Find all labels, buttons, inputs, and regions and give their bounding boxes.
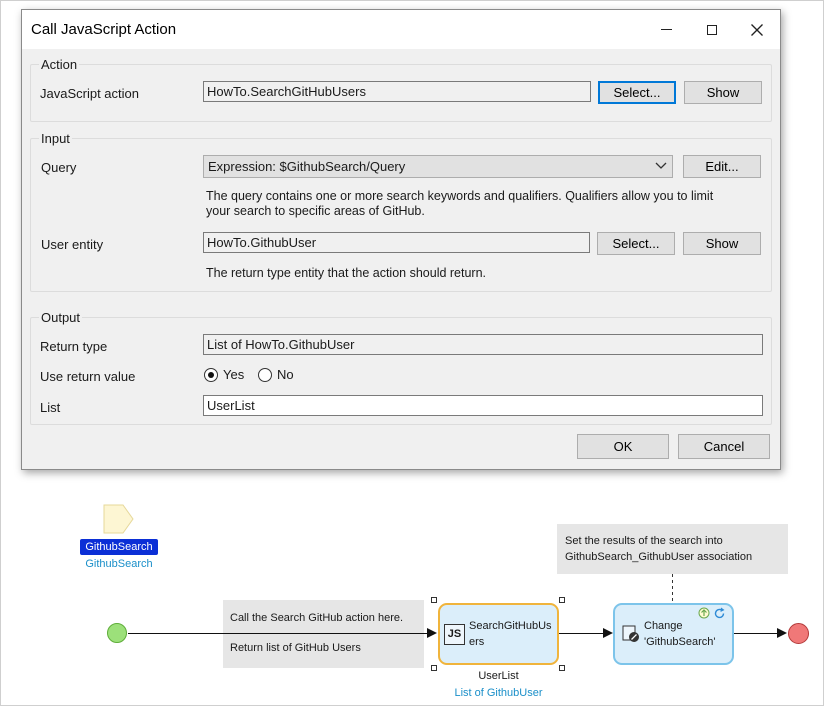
query-edit-button[interactable]: Edit...: [683, 155, 761, 178]
list-label: List: [40, 400, 61, 415]
javascript-icon: JS: [444, 624, 465, 645]
selection-handle[interactable]: [559, 597, 565, 603]
list-variable-field[interactable]: UserList: [203, 395, 763, 416]
title-bar: Call JavaScript Action: [22, 10, 780, 49]
yes-radio[interactable]: [204, 368, 218, 382]
selection-handle[interactable]: [431, 597, 437, 603]
arrow-head-icon: [603, 628, 613, 638]
minimize-button[interactable]: [643, 10, 689, 49]
annotation-call-search-line1: Call the Search GitHub action here.: [230, 612, 404, 624]
javascript-action-field[interactable]: HowTo.SearchGitHubUsers: [203, 81, 591, 102]
refresh-icon: [714, 607, 725, 619]
sequence-flow-2[interactable]: [559, 633, 603, 634]
javascript-action-label: JavaScript action: [40, 86, 139, 101]
no-radio[interactable]: [258, 368, 272, 382]
change-activity-line1: Change: [644, 620, 683, 632]
user-entity-show-button[interactable]: Show: [683, 232, 761, 255]
end-event[interactable]: [788, 623, 809, 644]
chevron-down-icon: [655, 162, 667, 169]
query-dropdown[interactable]: Expression: $GithubSearch/Query: [203, 155, 673, 178]
no-radio-label[interactable]: No: [277, 367, 294, 382]
sequence-flow-3[interactable]: [734, 633, 778, 634]
parameter-badge-text: GithubSearch: [85, 541, 153, 553]
js-activity-line2: ers: [469, 636, 485, 648]
maximize-button[interactable]: [689, 10, 735, 49]
change-object-activity[interactable]: Change 'GithubSearch': [613, 603, 734, 665]
parameter-type: GithubSearch: [85, 558, 153, 570]
minimize-icon: [660, 29, 672, 30]
action-select-button[interactable]: Select...: [598, 81, 676, 104]
query-help-line2: your search to specific areas of GitHub.: [206, 204, 425, 218]
sequence-flow-1[interactable]: [128, 633, 428, 634]
call-javascript-action-dialog: Call JavaScript Action Action JavaScript…: [21, 9, 781, 470]
action-show-button[interactable]: Show: [684, 81, 762, 104]
commit-icon: [698, 607, 710, 619]
js-activity-line1: SearchGitHubUs: [469, 620, 552, 632]
return-type-label: Return type: [40, 339, 108, 354]
user-entity-label: User entity: [41, 237, 104, 252]
radio-selected-dot: [208, 372, 214, 378]
close-button[interactable]: [734, 10, 780, 49]
use-return-value-label: Use return value: [40, 369, 136, 384]
user-entity-help: The return type entity that the action s…: [206, 266, 487, 280]
user-entity-field[interactable]: HowTo.GithubUser: [203, 232, 590, 253]
js-output-type: List of GithubUser: [454, 687, 543, 699]
cancel-button[interactable]: Cancel: [678, 434, 770, 459]
yes-radio-label[interactable]: Yes: [223, 367, 244, 382]
parameter-badge[interactable]: GithubSearch: [80, 539, 158, 555]
selection-handle[interactable]: [559, 665, 565, 671]
ok-button[interactable]: OK: [577, 434, 669, 459]
parameter-icon[interactable]: [103, 504, 135, 534]
annotation-association[interactable]: Set the results of the search into Githu…: [557, 524, 788, 574]
arrow-head-icon: [777, 628, 787, 638]
change-object-icon: [622, 625, 639, 642]
js-output-variable: UserList: [478, 670, 519, 682]
action-group-label: Action: [39, 57, 80, 72]
query-help-line1: The query contains one or more search ke…: [206, 189, 714, 203]
javascript-action-activity[interactable]: JS SearchGitHubUs ers: [438, 603, 559, 665]
selection-handle[interactable]: [431, 665, 437, 671]
query-dropdown-value: Expression: $GithubSearch/Query: [208, 159, 406, 174]
annotation-association-line1: Set the results of the search into: [565, 535, 723, 547]
change-activity-line2: 'GithubSearch': [644, 636, 716, 648]
start-event[interactable]: [107, 623, 127, 643]
arrow-head-icon: [427, 628, 437, 638]
output-group-label: Output: [39, 310, 83, 325]
user-entity-select-button[interactable]: Select...: [597, 232, 675, 255]
maximize-icon: [707, 24, 717, 35]
query-label: Query: [41, 160, 77, 175]
close-icon: [751, 23, 763, 36]
dialog-title: Call JavaScript Action: [31, 21, 177, 38]
annotation-call-search-line2: Return list of GitHub Users: [230, 642, 361, 654]
annotation-association-line2: GithubSearch_GithubUser association: [565, 551, 753, 563]
input-group-label: Input: [39, 131, 72, 146]
return-type-field: List of HowTo.GithubUser: [203, 334, 763, 355]
javascript-icon-text: JS: [447, 628, 462, 640]
annotation-connector: [672, 574, 673, 604]
annotation-call-search[interactable]: Call the Search GitHub action here. Retu…: [223, 600, 424, 668]
